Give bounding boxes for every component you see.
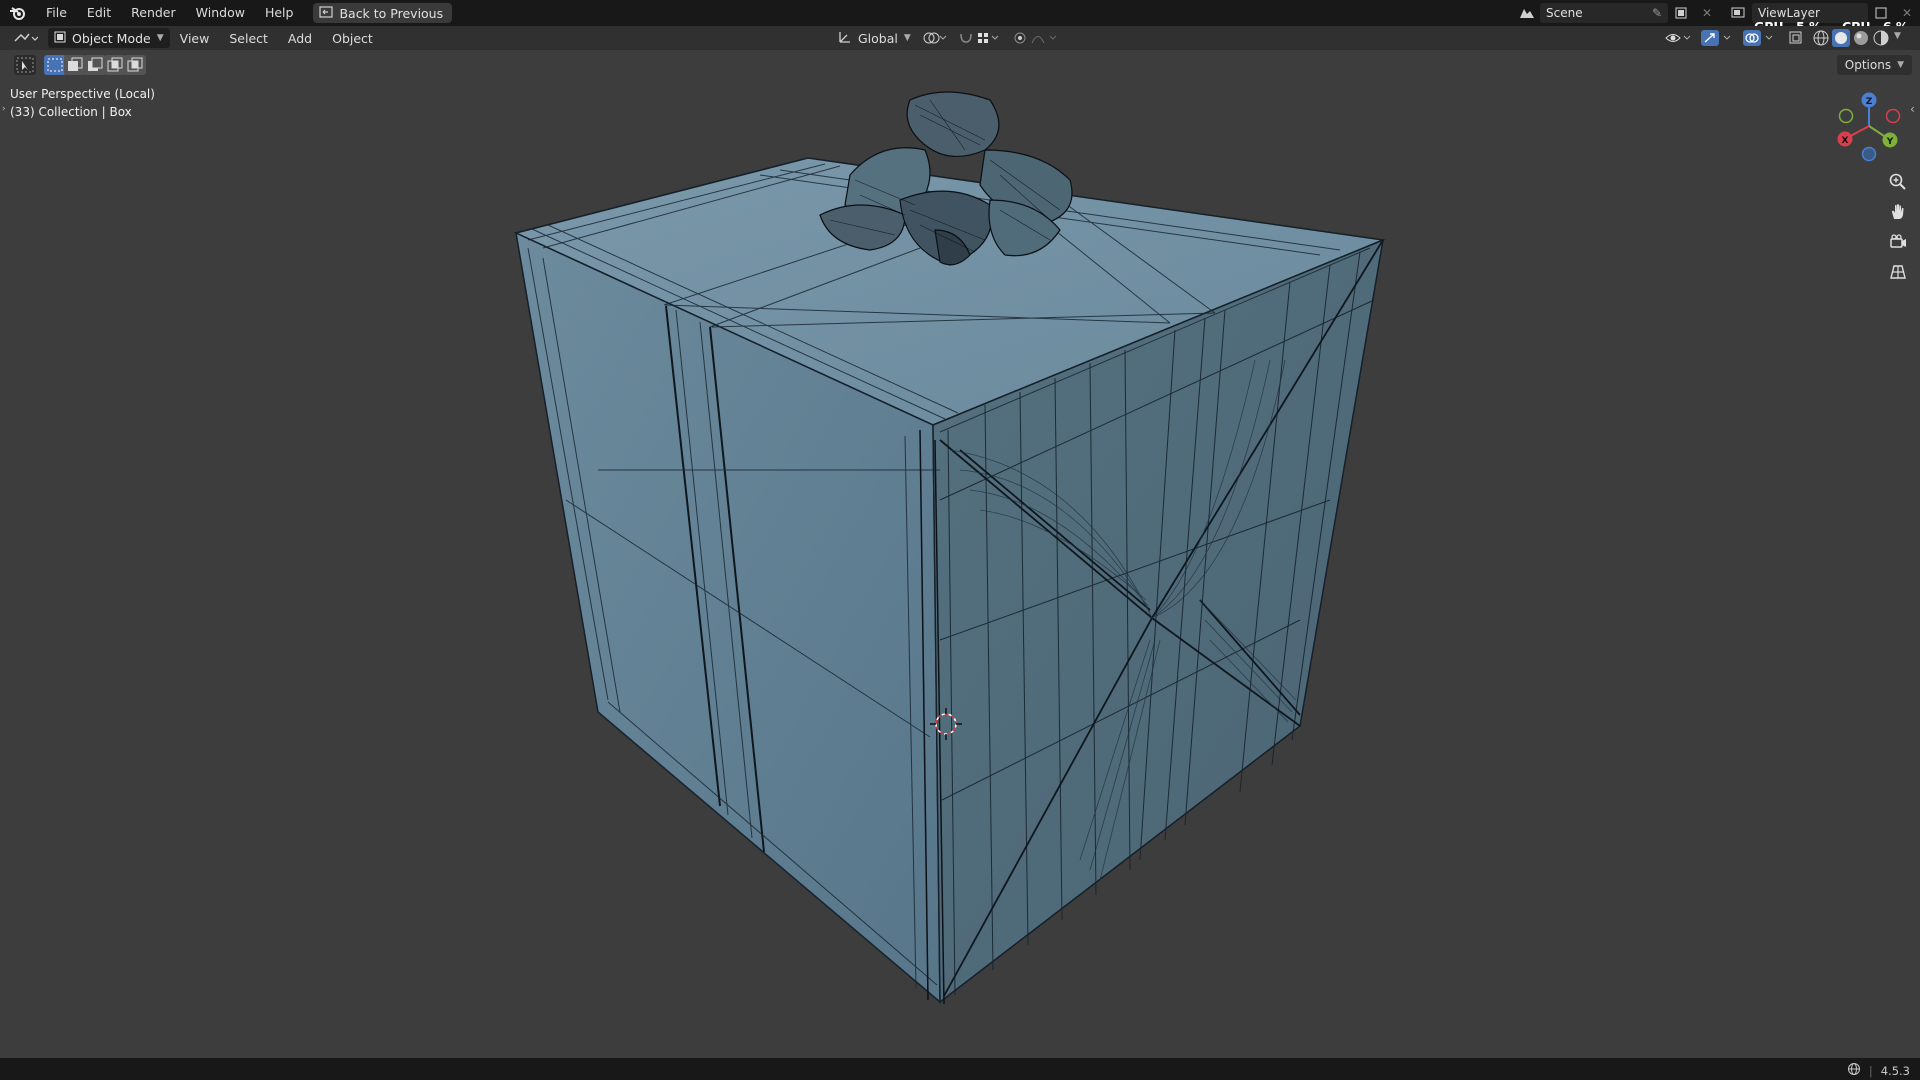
overlays-icon[interactable]: [1742, 29, 1778, 50]
object-mode-icon: [54, 31, 66, 46]
gizmo-y-label: Y: [1886, 137, 1894, 147]
gizmo-toggle-icon[interactable]: [1700, 29, 1736, 50]
viewport-header: Object Mode ▼ View Select Add Object Glo…: [0, 26, 1920, 50]
shading-material-icon[interactable]: [1852, 29, 1870, 50]
chevron-down-icon: ▼: [903, 33, 911, 43]
gift-box-mesh[interactable]: [513, 157, 1386, 1005]
remove-scene-icon[interactable]: ✕: [1694, 3, 1720, 23]
menu-add[interactable]: Add: [278, 31, 322, 46]
object-mode-select[interactable]: Object Mode ▼: [48, 28, 170, 48]
orientation-icon: [838, 30, 852, 47]
new-scene-icon[interactable]: [1668, 3, 1694, 23]
zoom-icon[interactable]: [1884, 168, 1912, 196]
orientation-label: Global: [858, 30, 898, 46]
pin-icon[interactable]: ✎: [1652, 6, 1662, 20]
viewlayer-icon[interactable]: [1726, 3, 1752, 23]
globe-icon: [1847, 1062, 1861, 1079]
viewport-3d[interactable]: Z Y X: [0, 50, 1920, 1058]
version-info: | 4.5.3: [1847, 1062, 1910, 1079]
menu-object[interactable]: Object: [322, 31, 383, 46]
top-menubar: File Edit Render Window Help Back to Pre…: [0, 0, 1920, 26]
transform-orientation-select[interactable]: Global ▼: [838, 28, 911, 48]
visibility-icon[interactable]: [1664, 30, 1694, 49]
status-bar: | 4.5.3: [0, 1058, 1920, 1080]
blender-logo-icon[interactable]: [0, 0, 36, 26]
navigation-gizmo[interactable]: Z Y X: [1837, 92, 1901, 162]
menu-select[interactable]: Select: [219, 31, 278, 46]
menu-file[interactable]: File: [36, 0, 77, 26]
shading-options-chevron-icon[interactable]: ▼: [1894, 31, 1901, 41]
version-label: 4.5.3: [1880, 1063, 1910, 1078]
shading-wireframe-icon[interactable]: [1812, 29, 1830, 50]
scene-selector[interactable]: Scene ✎: [1540, 3, 1668, 23]
gizmo-neg-x[interactable]: [1885, 108, 1901, 124]
pivot-icon[interactable]: [922, 30, 948, 49]
back-icon: [319, 5, 334, 21]
chevron-down-icon: ▼: [156, 33, 164, 43]
gizmo-x-label: X: [1842, 136, 1849, 146]
object-mode-label: Object Mode: [72, 30, 151, 46]
proportional-edit-icon[interactable]: [1012, 30, 1062, 49]
menu-render[interactable]: Render: [121, 0, 186, 26]
menu-edit[interactable]: Edit: [77, 0, 121, 26]
pan-hand-icon[interactable]: [1884, 198, 1912, 226]
back-label: Back to Previous: [339, 5, 444, 21]
menu-help[interactable]: Help: [255, 0, 304, 26]
gizmo-z-label: Z: [1866, 97, 1873, 107]
camera-view-icon[interactable]: [1884, 228, 1912, 256]
gizmo-neg-y[interactable]: [1838, 108, 1854, 124]
menu-view[interactable]: View: [170, 31, 220, 46]
snap-icon[interactable]: [958, 30, 1004, 49]
gizmo-neg-z[interactable]: [1861, 146, 1877, 162]
menu-window[interactable]: Window: [186, 0, 255, 26]
editor-type-icon[interactable]: [12, 29, 39, 50]
viewlayer-label: ViewLayer: [1758, 6, 1820, 20]
xray-icon[interactable]: [1788, 30, 1804, 49]
back-to-previous-button[interactable]: Back to Previous: [313, 3, 453, 23]
shading-rendered-icon[interactable]: [1872, 29, 1890, 50]
scene-label: Scene: [1546, 6, 1583, 20]
scene-icon[interactable]: [1514, 3, 1540, 23]
perspective-toggle-icon[interactable]: [1884, 258, 1912, 286]
shading-solid-icon[interactable]: [1832, 29, 1850, 50]
